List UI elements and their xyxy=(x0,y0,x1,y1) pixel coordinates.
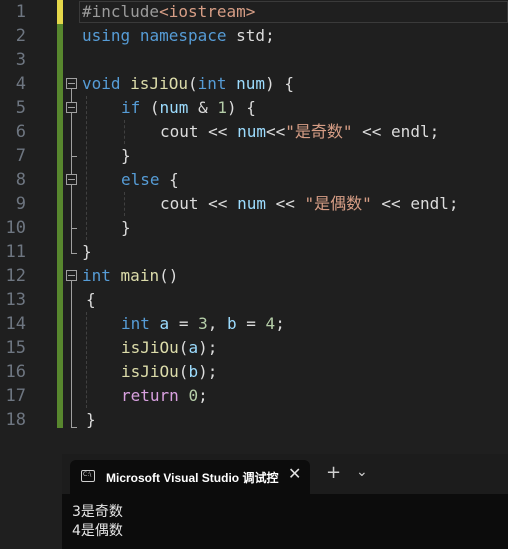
fold-guide-line xyxy=(71,113,72,174)
indent-guide xyxy=(86,312,87,408)
code-line-2: using namespace std; xyxy=(82,26,275,45)
code-line-15: isJiOu(a); xyxy=(121,338,218,357)
indent-guide xyxy=(86,96,87,240)
fold-end-marker xyxy=(71,228,77,229)
current-line-change-bar xyxy=(57,0,63,24)
fold-guide-line xyxy=(71,185,72,253)
line-number: 2 xyxy=(15,26,26,46)
indent-guide xyxy=(124,192,125,216)
console-icon: C:\ xyxy=(81,470,95,482)
line-number: 1 xyxy=(15,2,26,22)
line-number: 15 xyxy=(5,338,26,358)
line-number: 18 xyxy=(5,410,26,430)
code-line-9: cout << num << "是偶数" << endl; xyxy=(160,194,459,213)
terminal-tab-title: Microsoft Visual Studio 调试控 xyxy=(106,471,279,485)
line-number: 14 xyxy=(5,314,26,334)
collapse-icon[interactable] xyxy=(66,102,77,113)
fold-guide-line xyxy=(71,281,72,427)
fold-end-marker xyxy=(71,427,77,428)
line-number: 9 xyxy=(15,194,26,214)
line-number: 3 xyxy=(15,50,26,70)
line-number: 11 xyxy=(5,242,26,262)
code-line-6: cout << num<<"是奇数" << endl; xyxy=(160,122,440,141)
new-tab-button[interactable]: + xyxy=(326,462,341,483)
indent-guide xyxy=(124,120,125,144)
close-icon[interactable]: ✕ xyxy=(288,464,301,483)
code-line-7: } xyxy=(121,146,131,165)
code-line-14: int a = 3, b = 4; xyxy=(121,314,285,333)
terminal-tab[interactable]: C:\ Microsoft Visual Studio 调试控 ✕ xyxy=(70,460,310,494)
terminal-output-line: 4是偶数 xyxy=(72,523,123,539)
code-line-12: int main() xyxy=(82,266,179,285)
code-line-8: else { xyxy=(121,170,179,189)
code-line-1: #include<iostream> xyxy=(82,2,256,21)
line-number: 17 xyxy=(5,386,26,406)
code-line-18: } xyxy=(86,410,96,429)
fold-end-marker xyxy=(71,156,77,157)
line-number: 13 xyxy=(5,290,26,310)
saved-changes-bar xyxy=(57,24,63,428)
code-line-4: void isJiOu(int num) { xyxy=(82,74,294,93)
line-number: 4 xyxy=(15,74,26,94)
collapse-icon[interactable] xyxy=(66,270,77,281)
line-number: 12 xyxy=(5,266,26,286)
debug-console-window[interactable]: C:\ Microsoft Visual Studio 调试控 ✕ + ⌄ 3是… xyxy=(62,454,508,549)
fold-end-marker xyxy=(71,253,77,254)
line-number: 10 xyxy=(5,218,26,238)
chevron-down-icon[interactable]: ⌄ xyxy=(356,464,368,480)
code-editor[interactable]: 1 2 3 4 5 6 7 8 9 10 11 12 13 14 15 16 1… xyxy=(0,0,508,450)
line-number: 7 xyxy=(15,146,26,166)
terminal-tab-bar: C:\ Microsoft Visual Studio 调试控 ✕ + ⌄ xyxy=(62,454,508,494)
line-number: 6 xyxy=(15,122,26,142)
code-line-16: isJiOu(b); xyxy=(121,362,218,381)
line-number: 16 xyxy=(5,362,26,382)
code-line-10: } xyxy=(121,218,131,237)
collapse-icon[interactable] xyxy=(66,78,77,89)
collapse-icon[interactable] xyxy=(66,174,77,185)
code-line-5: if (num & 1) { xyxy=(121,98,256,117)
line-number: 8 xyxy=(15,170,26,190)
terminal-output-line: 3是奇数 xyxy=(72,504,123,520)
line-number: 5 xyxy=(15,98,26,118)
fold-guide-line xyxy=(71,89,72,102)
code-line-17: return 0; xyxy=(121,386,208,405)
code-line-11: } xyxy=(82,242,92,261)
code-line-13: { xyxy=(86,290,96,309)
